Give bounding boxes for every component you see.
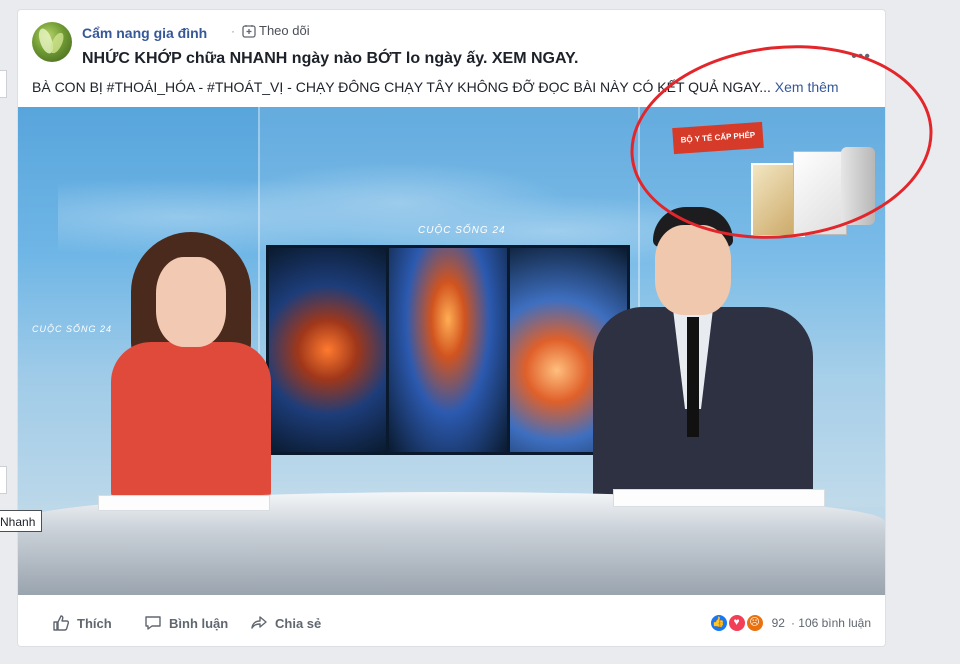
love-reaction-icon: ♥ (727, 614, 746, 632)
post-headline: NHỨC KHỚP chữa NHANH ngày nào BỚT lo ngà… (82, 50, 579, 67)
tooltip: Nhanh (0, 510, 43, 532)
follow-label: Theo dõi (259, 23, 310, 38)
follow-icon (242, 24, 256, 38)
male-anchor-image (593, 207, 813, 507)
like-button[interactable]: Thích (52, 614, 112, 632)
female-anchor-image (106, 232, 276, 502)
like-reaction-icon: 👍 (709, 614, 728, 632)
page-avatar[interactable] (32, 22, 72, 62)
comment-label: Bình luận (169, 615, 229, 631)
share-label: Chia sẻ (275, 615, 322, 631)
thumbs-up-icon (53, 615, 70, 631)
share-button[interactable]: Chia sẻ (250, 614, 321, 632)
side-panel-fragment (0, 70, 7, 98)
page-name-link[interactable]: Cẩm nang gia đình (82, 25, 207, 41)
like-label: Thích (77, 615, 112, 631)
desk-paper (98, 495, 270, 511)
comment-icon (145, 616, 161, 630)
follow-button[interactable]: Theo dõi (242, 23, 310, 38)
comment-button[interactable]: Bình luận (144, 614, 228, 632)
comment-count[interactable]: · 106 bình luận (791, 616, 871, 630)
channel-logo-small: CUỘC SỐNG 24 (32, 324, 113, 334)
left-page-edge (0, 0, 18, 664)
desk-paper (613, 489, 825, 507)
separator: · (231, 24, 235, 38)
angry-reaction-icon: ☹ (745, 614, 764, 632)
share-icon (251, 616, 267, 629)
post-action-bar: Thích Bình luận Chia sẻ 👍 ♥ ☹ 92 · 106 b… (18, 606, 885, 646)
xray-screen-image (266, 245, 630, 455)
reaction-summary[interactable]: 👍 ♥ ☹ 92 · 106 bình luận (709, 614, 871, 632)
reaction-count: 92 (771, 616, 785, 630)
side-panel-fragment (0, 466, 7, 494)
channel-logo: CUỘC SỐNG 24 (418, 225, 506, 236)
